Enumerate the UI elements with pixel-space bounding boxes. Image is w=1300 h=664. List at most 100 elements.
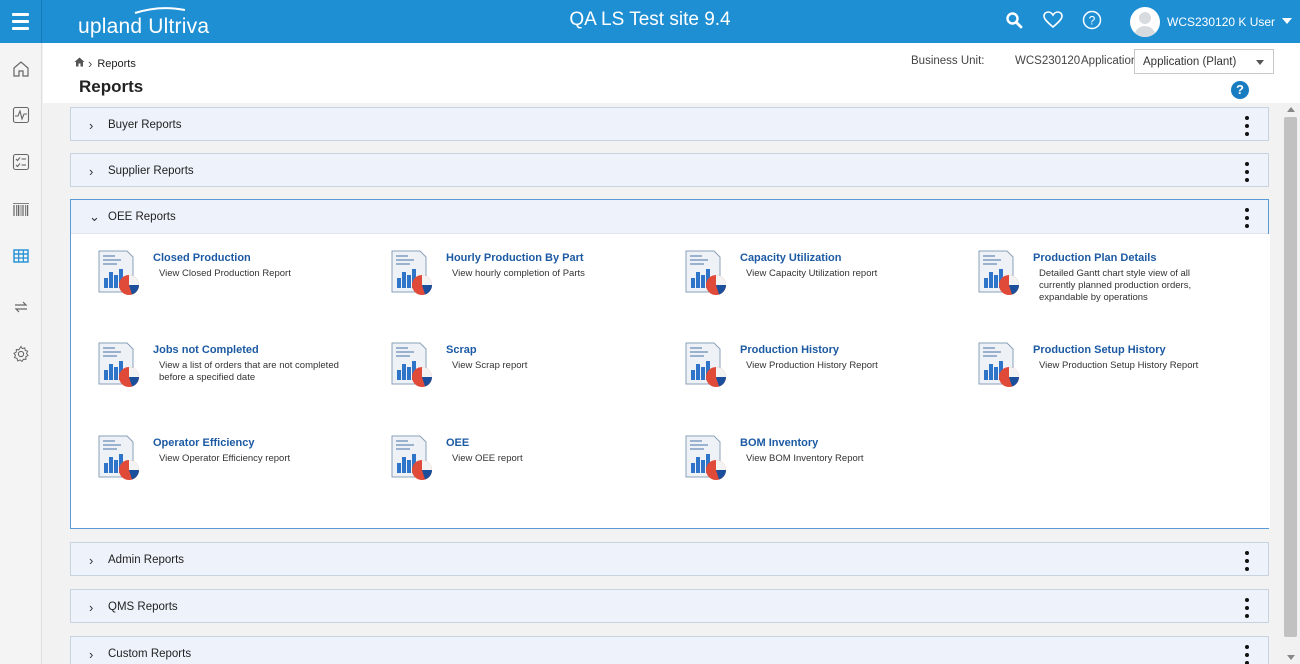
report-description: View Production History Report (746, 360, 878, 371)
svg-text:?: ? (1089, 14, 1096, 28)
report-chart-icon (978, 250, 1019, 295)
heart-icon[interactable] (1042, 9, 1064, 31)
table-grid-icon[interactable] (11, 246, 31, 266)
application-selected: Application (Plant) (1143, 55, 1237, 68)
report-description: View Closed Production Report (159, 268, 291, 279)
report-description: View a list of orders that are not compl… (159, 360, 339, 383)
report-title[interactable]: Closed Production (153, 252, 251, 264)
business-unit-value: WCS230120 (1015, 55, 1081, 67)
report-oee[interactable]: OEE View OEE report (390, 433, 660, 503)
report-production-plan-details[interactable]: Production Plan Details Detailed Gantt c… (977, 248, 1247, 318)
chevron-right-icon: › (89, 552, 94, 568)
reports-content: › Buyer Reports › Supplier Reports ⌄ OEE… (43, 103, 1281, 664)
page-title: Reports (79, 77, 144, 96)
user-menu[interactable]: WCS230120 K User (1130, 6, 1293, 38)
report-hourly-production-by-part[interactable]: Hourly Production By Part View hourly co… (390, 248, 660, 318)
report-description: View Scrap report (452, 360, 528, 371)
section-title: Admin Reports (108, 554, 185, 566)
section-title: Supplier Reports (108, 165, 194, 177)
chevron-right-icon: › (88, 56, 93, 71)
sidebar (0, 43, 42, 664)
logo-text: upland Ultriva (78, 15, 210, 38)
section-title: Buyer Reports (108, 119, 182, 131)
chevron-right-icon: › (89, 117, 94, 133)
barcode-icon[interactable] (11, 200, 31, 220)
report-operator-efficiency[interactable]: Operator Efficiency View Operator Effici… (97, 433, 367, 503)
report-chart-icon (685, 435, 726, 480)
report-title[interactable]: OEE (446, 437, 469, 449)
scroll-thumb[interactable] (1284, 117, 1297, 637)
vertical-scrollbar[interactable] (1281, 103, 1300, 664)
help-circle-icon[interactable]: ? (1081, 9, 1103, 31)
chevron-down-icon (1256, 60, 1264, 65)
report-chart-icon (685, 342, 726, 387)
report-description: View Operator Efficiency report (159, 453, 291, 464)
kebab-menu-icon[interactable] (1244, 598, 1250, 618)
section-admin-reports[interactable]: › Admin Reports (70, 542, 1269, 576)
section-title: Custom Reports (108, 648, 192, 660)
question-circle-icon[interactable]: ? (1231, 81, 1249, 99)
home-icon[interactable] (11, 59, 31, 79)
section-title: OEE Reports (108, 210, 176, 223)
report-title[interactable]: Scrap (446, 344, 477, 356)
activity-chart-icon[interactable] (11, 105, 31, 125)
report-production-setup-history[interactable]: Production Setup History View Production… (977, 340, 1247, 410)
hamburger-menu-icon[interactable] (0, 0, 42, 43)
home-icon[interactable] (74, 57, 85, 70)
top-bar: upland Ultriva QA LS Test site 9.4 ? WCS… (0, 0, 1300, 43)
report-title[interactable]: Production History (740, 344, 839, 356)
chevron-down-icon: ⌄ (89, 208, 100, 224)
kebab-menu-icon[interactable] (1244, 162, 1250, 182)
logo[interactable]: upland Ultriva (78, 6, 228, 38)
section-oee-reports: ⌄ OEE Reports Closed Production View Clo… (70, 199, 1270, 529)
report-title[interactable]: BOM Inventory (740, 437, 818, 449)
report-closed-production[interactable]: Closed Production View Closed Production… (97, 248, 367, 318)
section-supplier-reports[interactable]: › Supplier Reports (70, 153, 1269, 187)
section-buyer-reports[interactable]: › Buyer Reports (70, 107, 1269, 141)
user-name: WCS230120 K User (1167, 15, 1276, 29)
report-chart-icon (98, 250, 139, 295)
report-description: View BOM Inventory Report (746, 453, 864, 464)
chevron-down-icon (1282, 17, 1293, 24)
report-bom-inventory[interactable]: BOM Inventory View BOM Inventory Report (684, 433, 954, 503)
section-qms-reports[interactable]: › QMS Reports (70, 589, 1269, 623)
report-title[interactable]: Production Setup History (1033, 344, 1166, 356)
report-title[interactable]: Capacity Utilization (740, 252, 841, 264)
report-chart-icon (391, 342, 432, 387)
oee-report-grid: Closed Production View Closed Production… (71, 234, 1270, 528)
report-description: View Capacity Utilization report (746, 268, 878, 279)
scroll-down-icon[interactable] (1287, 655, 1295, 660)
kebab-menu-icon[interactable] (1244, 645, 1250, 664)
application-select[interactable]: Application (Plant) (1134, 49, 1274, 74)
exchange-icon[interactable] (11, 297, 31, 317)
application-label: Application: (1081, 55, 1141, 67)
search-icon[interactable] (1003, 9, 1025, 31)
logo-swoosh-icon (134, 7, 186, 14)
kebab-menu-icon[interactable] (1244, 116, 1250, 136)
report-scrap[interactable]: Scrap View Scrap report (390, 340, 660, 410)
chevron-right-icon: › (89, 163, 94, 179)
section-custom-reports[interactable]: › Custom Reports (70, 636, 1269, 664)
kebab-menu-icon[interactable] (1244, 551, 1250, 571)
report-production-history[interactable]: Production History View Production Histo… (684, 340, 954, 410)
scroll-up-icon[interactable] (1287, 107, 1295, 112)
kebab-menu-icon[interactable] (1244, 208, 1250, 228)
avatar (1130, 7, 1160, 37)
site-title: QA LS Test site 9.4 (569, 9, 731, 30)
report-jobs-not-completed[interactable]: Jobs not Completed View a list of orders… (97, 340, 367, 410)
report-capacity-utilization[interactable]: Capacity Utilization View Capacity Utili… (684, 248, 954, 318)
breadcrumb-current: Reports (97, 57, 136, 70)
section-header[interactable]: ⌄ OEE Reports (71, 200, 1268, 234)
checklist-icon[interactable] (11, 152, 31, 172)
report-title[interactable]: Hourly Production By Part (446, 252, 584, 264)
page-header: › Reports Reports Business Unit: WCS2301… (43, 43, 1300, 103)
section-title: QMS Reports (108, 601, 178, 613)
breadcrumb: › Reports (74, 56, 136, 71)
report-title[interactable]: Jobs not Completed (153, 344, 259, 356)
chevron-right-icon: › (89, 599, 94, 615)
report-title[interactable]: Production Plan Details (1033, 252, 1156, 264)
report-description: Detailed Gantt chart style view of all c… (1039, 268, 1192, 303)
report-chart-icon (98, 435, 139, 480)
settings-gear-icon[interactable] (11, 344, 31, 364)
report-title[interactable]: Operator Efficiency (153, 437, 254, 449)
